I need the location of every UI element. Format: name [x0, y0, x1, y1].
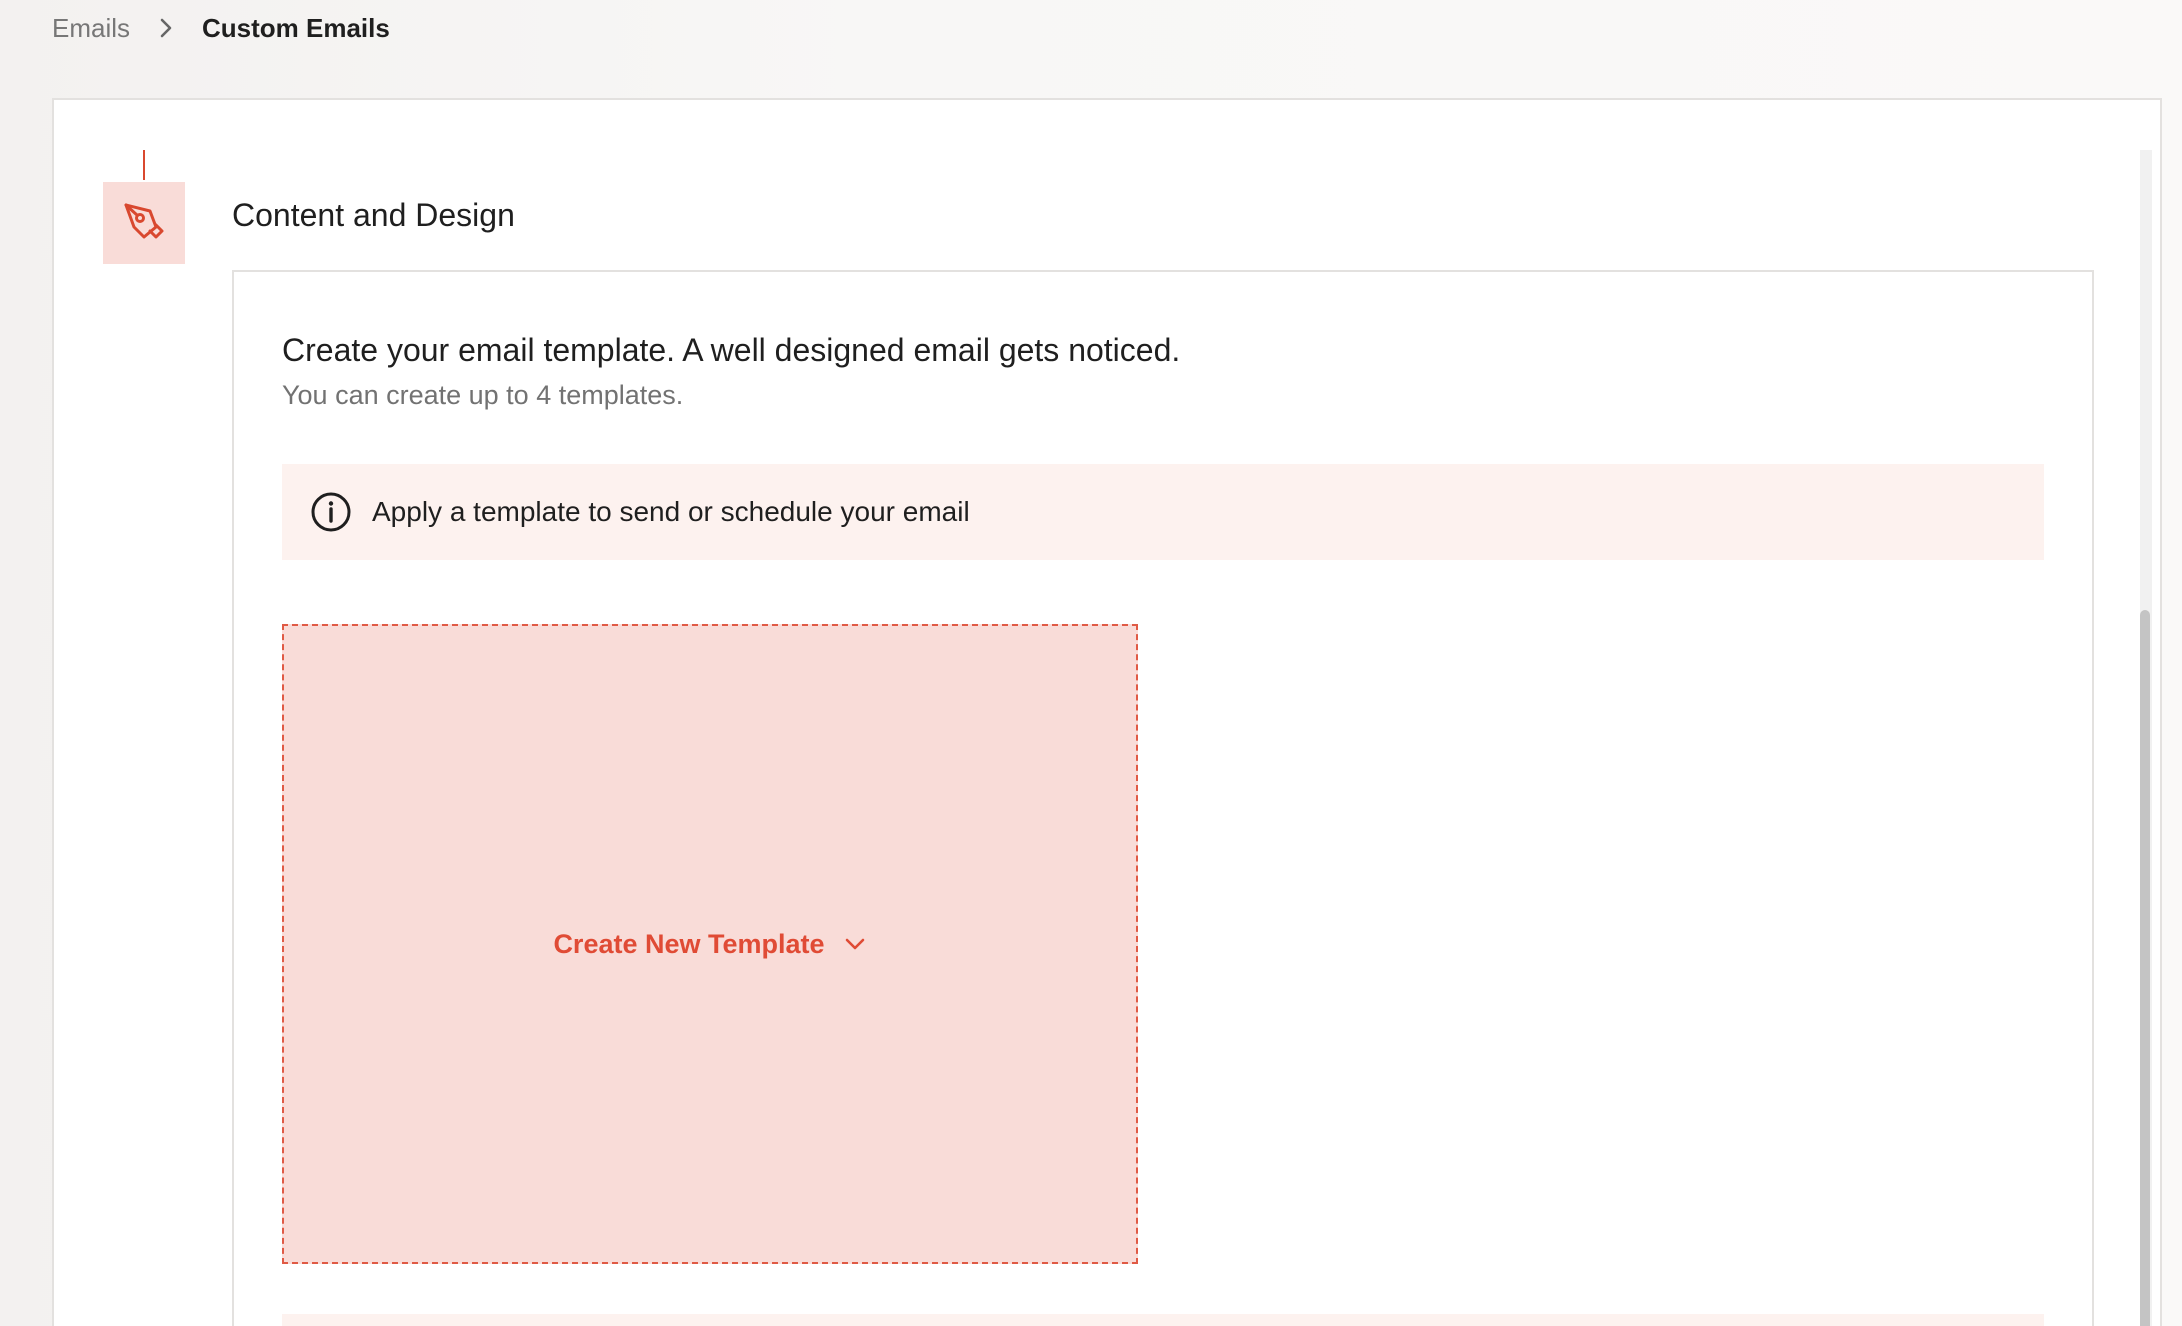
create-new-template-button[interactable]: Create New Template	[553, 929, 866, 960]
chevron-down-icon	[843, 932, 867, 956]
breadcrumb-current: Custom Emails	[202, 13, 390, 43]
scrollbar-thumb[interactable]	[2140, 610, 2150, 1326]
template-panel: Create your email template. A well desig…	[232, 270, 2094, 1326]
pen-nib-icon	[120, 197, 168, 250]
new-template-dropzone[interactable]: Create New Template	[282, 624, 1138, 1264]
step-title: Content and Design	[232, 197, 515, 233]
next-banner-partial	[282, 1314, 2044, 1326]
page: Emails Custom Emails Content and Design	[0, 0, 2182, 1326]
info-icon	[310, 491, 352, 533]
panel-heading: Create your email template. A well desig…	[282, 332, 1181, 368]
step-icon-box	[103, 182, 185, 264]
chevron-right-icon	[156, 18, 176, 38]
email-editor-card: Content and Design Create your email tem…	[52, 98, 2162, 1326]
create-new-template-label: Create New Template	[553, 928, 825, 959]
breadcrumb: Emails Custom Emails	[52, 10, 390, 46]
panel-subheading: You can create up to 4 templates.	[282, 380, 684, 410]
breadcrumb-emails-link[interactable]: Emails	[52, 10, 130, 46]
info-banner: Apply a template to send or schedule you…	[282, 464, 2044, 560]
step-timeline-line	[143, 150, 145, 180]
info-banner-text: Apply a template to send or schedule you…	[372, 496, 970, 527]
